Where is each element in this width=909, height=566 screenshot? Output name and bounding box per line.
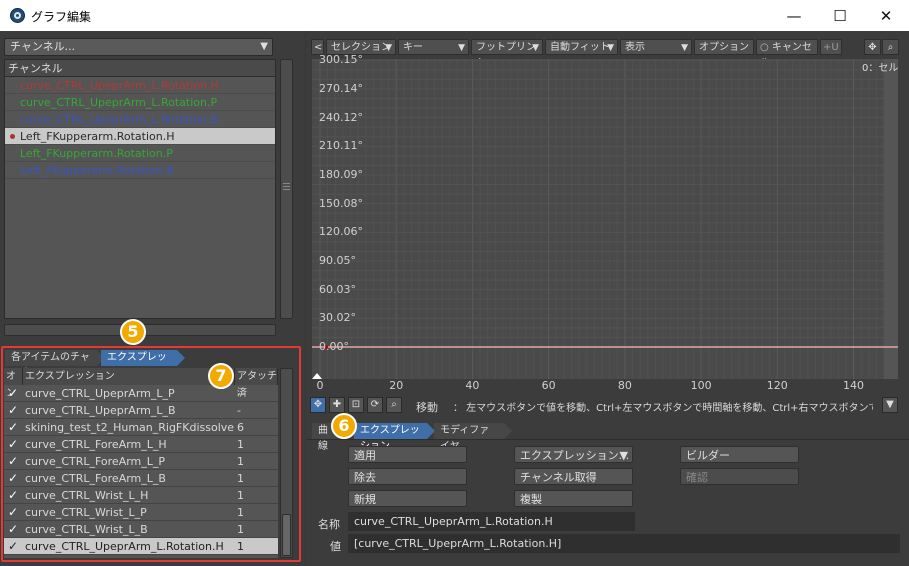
channel-row[interactable]: Left_FKupperarm.Rotation.B	[5, 162, 275, 179]
channel-list-header: チャンネル	[5, 60, 275, 77]
x-tick-label: 40	[465, 379, 480, 392]
chevron-down-icon: ▼	[532, 43, 539, 53]
refresh-icon[interactable]: ⟳	[367, 397, 383, 413]
x-tick-label: 60	[541, 379, 556, 392]
status-hint: ： 左マウスボタンで値を移動、Ctrl+左マウスボタンで時間軸を移動、Ctrl+…	[453, 403, 873, 414]
channel-list: チャンネル curve_CTRL_UpeprArm_L.Rotation.H c…	[4, 59, 276, 319]
playhead-marker[interactable]	[312, 373, 322, 379]
display-menu[interactable]: 表示 ▼	[620, 39, 692, 55]
add-key-icon[interactable]: ✚	[329, 397, 345, 413]
pan-icon[interactable]: ✥	[864, 39, 881, 55]
channel-label: curve_CTRL_UpeprArm_L.Rotation.P	[20, 96, 218, 109]
options-button[interactable]: オプション	[694, 39, 754, 55]
search-icon[interactable]: ⌕	[386, 397, 402, 413]
close-button[interactable]: ✕	[863, 0, 909, 31]
y-tick-label: 60.03°	[319, 282, 356, 296]
confirm-button[interactable]: 確認	[680, 468, 799, 485]
channel-label: Left_FKupperarm.Rotation.B	[20, 164, 174, 177]
autofit-menu[interactable]: 自動フィット ▼	[545, 39, 618, 55]
x-tick-label: 140	[843, 379, 864, 392]
divider	[307, 439, 909, 440]
value-field[interactable]: [curve_CTRL_UpeprArm_L.Rotation.H]	[348, 534, 900, 553]
tab-bottom-expression[interactable]: エクスプレッション	[354, 423, 435, 452]
chevron-down-icon: ▼	[385, 43, 392, 53]
y-tick-label: 270.14°	[319, 81, 363, 95]
name-label: 名称	[318, 518, 340, 531]
expression-dropdown[interactable]: エクスプレッション... ▼	[514, 446, 633, 463]
y-tick-label: 210.11°	[319, 139, 363, 153]
chevron-down-icon: ▼	[260, 41, 268, 52]
chevron-down-icon: ▼	[681, 43, 688, 53]
graph-canvas[interactable]	[312, 59, 898, 379]
app-icon	[10, 8, 25, 23]
key-menu[interactable]: キー ▼	[398, 39, 469, 55]
status-mode: 移動	[416, 401, 438, 414]
y-tick-label: 0.00°	[319, 340, 349, 353]
y-tick-label: 180.09°	[319, 167, 363, 181]
apply-button[interactable]: 適用	[348, 446, 467, 463]
channel-row-selected[interactable]: Left_FKupperarm.Rotation.H	[5, 128, 275, 145]
name-field[interactable]: curve_CTRL_UpeprArm_L.Rotation.H	[348, 512, 635, 531]
x-tick-label: 100	[690, 379, 712, 392]
channel-label: curve_CTRL_UpeprArm_L.Rotation.H	[20, 79, 219, 92]
duplicate-button[interactable]: 複製	[514, 490, 633, 507]
remove-button[interactable]: 除去	[348, 468, 467, 485]
highlight-frame	[1, 346, 301, 562]
chevron-down-icon: ▼	[458, 43, 465, 53]
y-tick-label: 120.06°	[319, 225, 363, 239]
x-tick-label: 20	[389, 379, 404, 392]
maximize-button[interactable]: ☐	[817, 0, 863, 31]
expression-dropdown-label: エクスプレッション...	[520, 449, 630, 462]
channel-row[interactable]: curve_CTRL_UpeprArm_L.Rotation.P	[5, 94, 275, 111]
builder-button[interactable]: ビルダー	[680, 446, 799, 463]
channel-label: Left_FKupperarm.Rotation.H	[20, 130, 175, 143]
frame-indicator: 0：セル	[862, 63, 899, 74]
minimize-button[interactable]: —	[771, 0, 817, 31]
y-tick-label: 150.08°	[319, 196, 363, 210]
bullet-icon	[10, 134, 15, 139]
title-bar: グラフ編集 — ☐ ✕	[0, 0, 909, 31]
undo-button[interactable]: +U	[820, 39, 842, 55]
y-tick-label: 90.05°	[319, 253, 356, 267]
x-tick-label: 120	[766, 379, 788, 392]
autofit-label: 自動フィット	[550, 42, 610, 53]
fit-icon[interactable]: ⊡	[348, 397, 364, 413]
get-channel-button[interactable]: チャンネル取得	[514, 468, 633, 485]
x-tick-label: 0	[316, 379, 324, 392]
channel-row[interactable]: Left_FKupperarm.Rotation.P	[5, 145, 275, 162]
channel-row[interactable]: curve_CTRL_UpeprArm_L.Rotation.H	[5, 77, 275, 94]
badge-six: 6	[331, 413, 357, 439]
badge-five: 5	[120, 319, 146, 345]
circle-icon: ○	[760, 42, 772, 53]
y-tick-label: 240.12°	[319, 110, 363, 124]
zoom-icon[interactable]: ⌕	[882, 39, 899, 55]
badge-seven: 7	[208, 363, 234, 389]
window-title: グラフ編集	[31, 10, 92, 24]
channel-label: Left_FKupperarm.Rotation.P	[20, 147, 173, 160]
graph-svg	[312, 59, 898, 379]
key-label: キー	[403, 42, 423, 53]
chevron-down-icon[interactable]: ▼	[882, 397, 898, 413]
x-tick-label: 80	[617, 379, 632, 392]
channel-dropdown[interactable]: チャンネル... ▼	[4, 38, 273, 56]
new-button[interactable]: 新規	[348, 490, 467, 507]
value-label: 値	[330, 540, 341, 553]
y-tick-label: 300.15°	[319, 53, 363, 67]
channel-row[interactable]: curve_CTRL_UpeprArm_L.Rotation.B	[5, 111, 275, 128]
cancel-button[interactable]: ○ キャンセル	[756, 39, 818, 69]
selection-label: セレクション	[331, 42, 391, 53]
channel-list-scrollbar[interactable]	[280, 59, 293, 319]
display-label: 表示	[625, 42, 645, 53]
channel-dropdown-label: チャンネル...	[10, 40, 76, 53]
channel-label: curve_CTRL_UpeprArm_L.Rotation.B	[20, 113, 219, 126]
chevron-down-icon: ▼	[607, 43, 614, 53]
out-of-range-band	[884, 59, 898, 379]
y-tick-label: 30.02°	[319, 311, 356, 325]
footprint-menu[interactable]: フットプリント▼	[471, 39, 543, 69]
tab-modifier[interactable]: モディファイヤ	[434, 423, 512, 452]
chevron-down-icon: ▼	[619, 449, 628, 462]
move-tool-icon[interactable]: ✥	[310, 397, 326, 413]
